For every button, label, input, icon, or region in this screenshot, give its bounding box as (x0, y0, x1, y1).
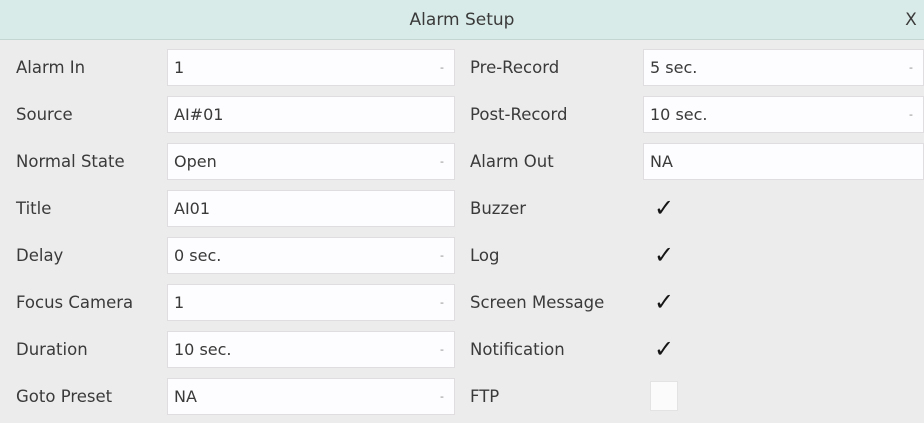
delay-label: Delay (16, 246, 64, 265)
settings-row: Alarm In 1 - Pre-Record 5 sec. - (0, 44, 924, 91)
source-label: Source (16, 105, 73, 124)
ftp-label: FTP (470, 387, 500, 406)
settings-grid: Alarm In 1 - Pre-Record 5 sec. - Source … (0, 44, 924, 420)
notification-label: Notification (470, 340, 565, 359)
goto-preset-label: Goto Preset (16, 387, 113, 406)
notification-checkbox[interactable]: ✓ (650, 334, 678, 364)
pre-record-label: Pre-Record (470, 58, 560, 77)
close-button[interactable]: X (898, 0, 924, 40)
settings-row: Delay 0 sec. - Log ✓ (0, 232, 924, 279)
dropdown-caret-icon: - (440, 296, 444, 309)
buzzer-checkbox[interactable]: ✓ (650, 193, 678, 223)
delay-select[interactable]: 0 sec. - (167, 237, 455, 274)
settings-row: Title AI01 Buzzer ✓ (0, 185, 924, 232)
title-bar: Alarm Setup X (0, 0, 924, 40)
settings-row: Duration 10 sec. - Notification ✓ (0, 326, 924, 373)
log-label: Log (470, 246, 500, 265)
alarm-in-value: 1 (174, 58, 185, 77)
focus-camera-value: 1 (174, 293, 185, 312)
settings-row: Source AI#01 Post-Record 10 sec. - (0, 91, 924, 138)
focus-camera-select[interactable]: 1 - (167, 284, 455, 321)
alarm-out-label: Alarm Out (470, 152, 554, 171)
alarm-out-value: NA (650, 152, 673, 171)
alarm-in-select[interactable]: 1 - (167, 49, 455, 86)
source-value: AI#01 (174, 105, 224, 124)
title-input[interactable]: AI01 (167, 190, 455, 227)
duration-label: Duration (16, 340, 88, 359)
title-label: Title (16, 199, 52, 218)
source-field: AI#01 (167, 96, 455, 133)
goto-preset-value: NA (174, 387, 197, 406)
duration-select[interactable]: 10 sec. - (167, 331, 455, 368)
pre-record-select[interactable]: 5 sec. - (643, 49, 924, 86)
buzzer-label: Buzzer (470, 199, 527, 218)
post-record-value: 10 sec. (650, 105, 708, 124)
alarm-out-field[interactable]: NA (643, 143, 924, 180)
dropdown-caret-icon: - (440, 390, 444, 403)
dropdown-caret-icon: - (440, 343, 444, 356)
post-record-label: Post-Record (470, 105, 568, 124)
dropdown-caret-icon: - (909, 108, 913, 121)
goto-preset-select[interactable]: NA - (167, 378, 455, 415)
dropdown-caret-icon: - (440, 155, 444, 168)
screen-message-checkbox[interactable]: ✓ (650, 287, 678, 317)
alarm-in-label: Alarm In (16, 58, 86, 77)
pre-record-value: 5 sec. (650, 58, 698, 77)
alarm-setup-dialog: Alarm Setup X Alarm In 1 - Pre-Record 5 … (0, 0, 924, 423)
post-record-select[interactable]: 10 sec. - (643, 96, 924, 133)
delay-value: 0 sec. (174, 246, 222, 265)
settings-row: Focus Camera 1 - Screen Message ✓ (0, 279, 924, 326)
normal-state-value: Open (174, 152, 217, 171)
dropdown-caret-icon: - (440, 61, 444, 74)
dropdown-caret-icon: - (440, 249, 444, 262)
settings-row: Normal State Open - Alarm Out NA (0, 138, 924, 185)
normal-state-select[interactable]: Open - (167, 143, 455, 180)
focus-camera-label: Focus Camera (16, 293, 134, 312)
settings-row: Goto Preset NA - FTP (0, 373, 924, 420)
dialog-title: Alarm Setup (409, 10, 515, 30)
title-value: AI01 (174, 199, 211, 218)
screen-message-label: Screen Message (470, 293, 605, 312)
dropdown-caret-icon: - (909, 61, 913, 74)
normal-state-label: Normal State (16, 152, 125, 171)
duration-value: 10 sec. (174, 340, 232, 359)
log-checkbox[interactable]: ✓ (650, 240, 678, 270)
ftp-checkbox[interactable] (650, 381, 678, 411)
